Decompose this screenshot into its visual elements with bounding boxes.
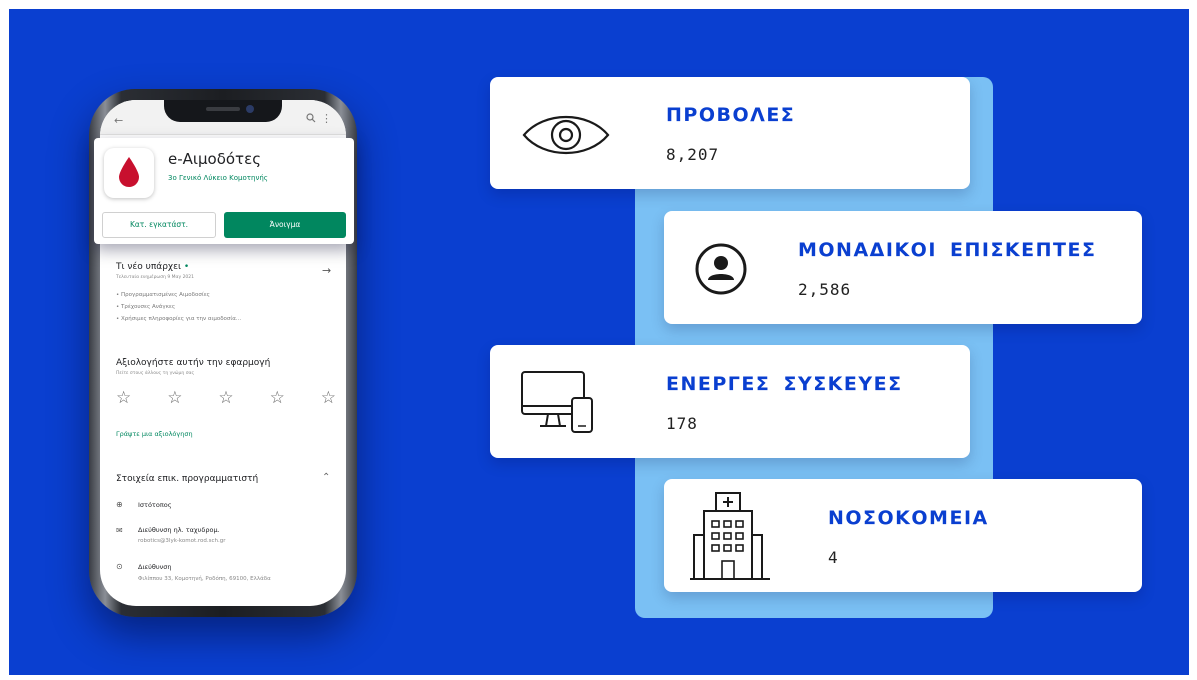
app-header-card: e-Αιμοδότες 3ο Γενικό Λύκειο Κομοτηνής Κ… <box>94 138 354 244</box>
email-label[interactable]: Διεύθυνση ηλ. ταχυδρομ. <box>138 526 220 534</box>
stat-label: ΝΟΣΟΚΟΜΕΙΑ <box>828 507 989 529</box>
whats-new-item: • Τρέχουσες Ανάγκες <box>116 304 176 310</box>
app-developer-link[interactable]: 3ο Γενικό Λύκειο Κομοτηνής <box>168 174 268 182</box>
stat-value: 178 <box>666 414 698 433</box>
eye-icon <box>520 109 612 165</box>
star-icon[interactable]: ☆ <box>116 388 131 408</box>
stat-label: ΜΟΝΑΔΙΚΟΙ ΕΠΙΣΚΕΠΤΕΣ <box>798 239 1097 261</box>
star-icon[interactable]: ☆ <box>167 388 182 408</box>
stat-label: ΠΡΟΒΟΛΕΣ <box>666 104 796 126</box>
phone-notch <box>164 100 282 122</box>
stat-value: 4 <box>828 548 839 567</box>
devices-icon <box>520 368 596 440</box>
stat-value: 8,207 <box>666 145 720 164</box>
address-value[interactable]: Φιλίππου 33, Κομοτηνή, Ροδόπη, 69100, Ελ… <box>138 576 271 582</box>
star-icon[interactable]: ☆ <box>270 388 285 408</box>
address-label[interactable]: Διεύθυνση <box>138 563 172 571</box>
globe-icon: ⊕ <box>116 500 123 509</box>
arrow-left-icon[interactable]: ← <box>114 114 123 127</box>
location-icon: ⊙ <box>116 562 123 571</box>
star-icon[interactable]: ☆ <box>321 388 336 408</box>
open-button[interactable]: Άνοιγμα <box>224 212 346 238</box>
star-icon[interactable]: ☆ <box>218 388 233 408</box>
stat-value: 2,586 <box>798 280 852 299</box>
arrow-right-icon[interactable]: → <box>322 264 331 277</box>
email-icon: ✉ <box>116 526 123 535</box>
more-vert-icon[interactable]: ⋮ <box>321 112 332 125</box>
stat-card-hospitals: ΝΟΣΟΚΟΜΕΙΑ 4 <box>664 479 1142 592</box>
write-review-link[interactable]: Γράψτε μια αξιολόγηση <box>116 430 193 438</box>
installed-button[interactable]: Κατ. εγκατάστ. <box>102 212 216 238</box>
stat-label: ΕΝΕΡΓΕΣ ΣΥΣΚΕΥΕΣ <box>666 373 903 395</box>
stat-card-unique-visitors: ΜΟΝΑΔΙΚΟΙ ΕΠΙΣΚΕΠΤΕΣ 2,586 <box>664 211 1142 324</box>
stat-card-active-devices: ΕΝΕΡΓΕΣ ΣΥΣΚΕΥΕΣ 178 <box>490 345 970 458</box>
whats-new-updated: Τελευταία ενημέρωση 9 Μαγ 2021 <box>116 275 195 280</box>
whats-new-item: • Προγραμματισμένες Αιμοδοσίες <box>116 292 210 298</box>
stat-card-views: ΠΡΟΒΟΛΕΣ 8,207 <box>490 77 970 189</box>
blood-drop-icon <box>104 148 154 198</box>
whats-new-item: • Χρήσιμες πληροφορίες για την αιμοδοσία… <box>116 316 242 322</box>
rate-subtitle: Πείτε στους άλλους τη γνώμη σας <box>116 371 195 376</box>
app-name: e-Αιμοδότες <box>168 150 261 168</box>
rate-title: Αξιολογήστε αυτήν την εφαρμογή <box>116 358 271 368</box>
website-label[interactable]: Ιστότοπος <box>138 501 172 509</box>
developer-contact-title[interactable]: Στοιχεία επικ. προγραμματιστή <box>116 474 258 484</box>
promo-canvas: ← ⋮ Τι νέο υπάρχει • Τελευταία ενημέρωση… <box>9 9 1189 675</box>
whats-new-title-text: Τι νέο υπάρχει <box>116 262 182 272</box>
rating-stars: ☆ ☆ ☆ ☆ ☆ <box>116 388 336 408</box>
email-value[interactable]: robotics@3lyk-komot.rod.sch.gr <box>138 538 226 544</box>
search-icon[interactable] <box>306 113 316 126</box>
hospital-icon <box>690 491 774 585</box>
user-icon <box>694 242 748 300</box>
whats-new-title: Τι νέο υπάρχει • <box>116 262 190 272</box>
chevron-up-icon[interactable]: ⌃ <box>322 472 330 483</box>
